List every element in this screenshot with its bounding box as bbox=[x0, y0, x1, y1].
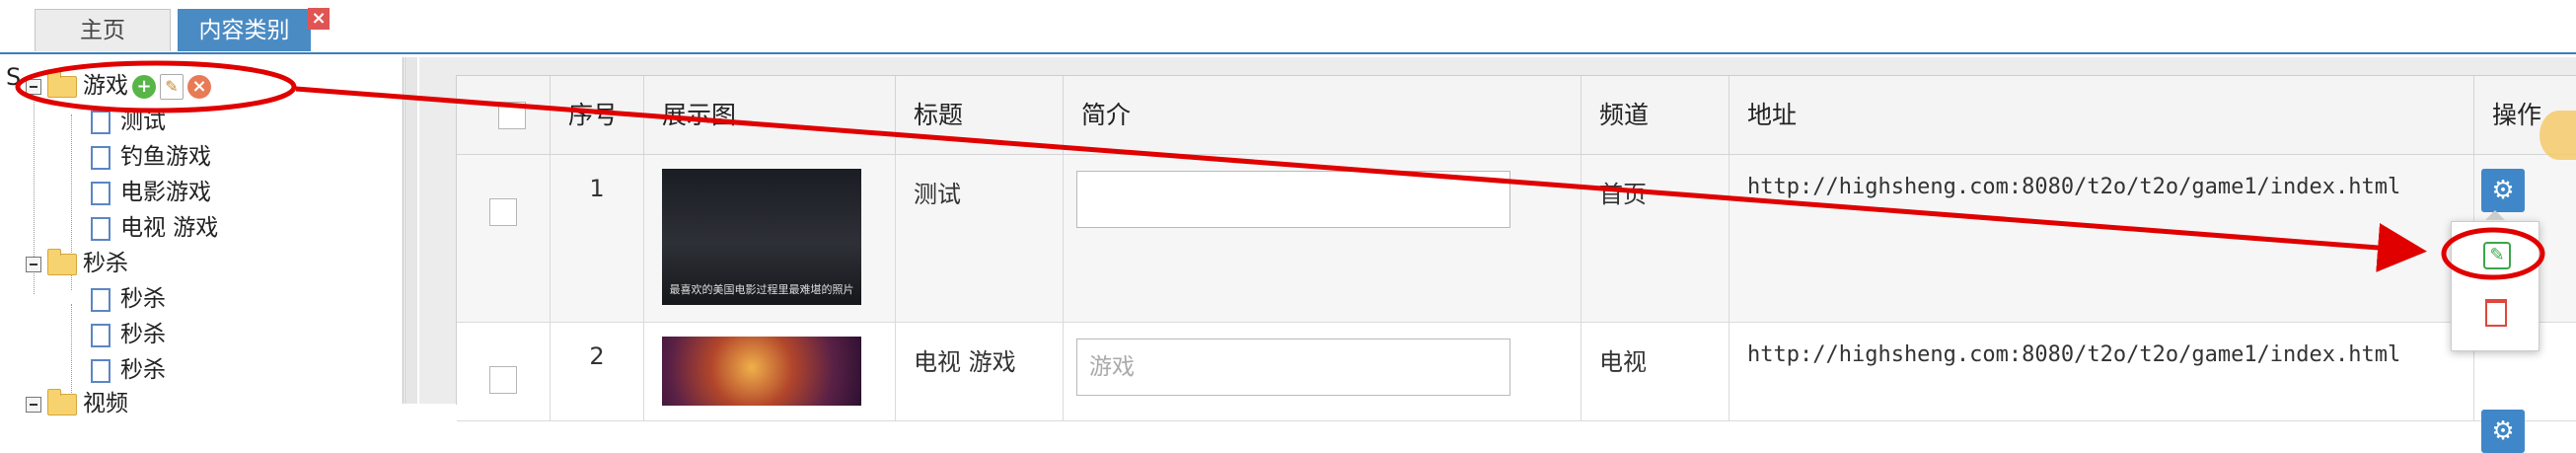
row-title: 测试 bbox=[896, 155, 1064, 323]
row-title: 电视 游戏 bbox=[896, 323, 1064, 421]
document-icon bbox=[91, 287, 110, 312]
tab-bar: 主页 内容类别 × bbox=[0, 0, 2576, 56]
document-icon bbox=[91, 145, 110, 170]
tree-node-flash-sale[interactable]: 秒杀 bbox=[26, 247, 128, 280]
thumbnail-image bbox=[662, 337, 861, 406]
row-checkbox-cell bbox=[457, 323, 551, 421]
row-checkbox[interactable] bbox=[489, 198, 517, 226]
folder-icon bbox=[47, 70, 77, 98]
tree-node-games[interactable]: 游戏 + ✎ × bbox=[26, 69, 211, 103]
tree-leaf-label[interactable]: 秒杀 bbox=[120, 286, 166, 312]
gear-icon[interactable]: ⚙ bbox=[2481, 169, 2525, 212]
delete-icon[interactable]: × bbox=[187, 74, 211, 99]
row-checkbox-cell bbox=[457, 155, 551, 323]
tree-scrollbar[interactable] bbox=[405, 57, 417, 404]
gear-icon[interactable]: ⚙ bbox=[2481, 410, 2525, 453]
header-address: 地址 bbox=[1730, 76, 2474, 155]
row-index: 1 bbox=[551, 155, 644, 323]
row-action-menu: ✎ bbox=[2451, 210, 2539, 351]
tree-node-video[interactable]: 视频 bbox=[26, 387, 128, 420]
tree-leaf[interactable]: 秒杀 bbox=[91, 282, 166, 316]
edit-icon[interactable]: ✎ bbox=[2483, 242, 2511, 269]
select-all-checkbox[interactable] bbox=[498, 102, 526, 129]
tab-close-icon[interactable]: × bbox=[308, 8, 330, 30]
tree-leaf[interactable]: 测试 bbox=[91, 105, 166, 138]
row-index: 2 bbox=[551, 323, 644, 421]
tab-content-category[interactable]: 内容类别 bbox=[178, 9, 311, 51]
intro-textarea[interactable] bbox=[1076, 171, 1510, 228]
tree-leaf-label[interactable]: 电影游戏 bbox=[120, 180, 211, 205]
header-title: 标题 bbox=[896, 76, 1064, 155]
tree-leaf-label[interactable]: 秒杀 bbox=[120, 357, 166, 383]
add-icon[interactable]: + bbox=[132, 74, 156, 99]
document-icon bbox=[91, 216, 110, 241]
header-channel: 频道 bbox=[1582, 76, 1730, 155]
collapse-toggle-icon[interactable] bbox=[26, 78, 41, 95]
tree-leaf-label[interactable]: 测试 bbox=[120, 109, 166, 134]
document-icon bbox=[91, 358, 110, 383]
trash-icon[interactable] bbox=[2485, 299, 2507, 327]
tree-leaf[interactable]: 电影游戏 bbox=[91, 176, 211, 209]
row-address[interactable]: http://highsheng.com:8080/t2o/t2o/game1/… bbox=[1730, 323, 2474, 421]
header-intro: 简介 bbox=[1064, 76, 1582, 155]
tree-root-letter: S bbox=[6, 63, 22, 91]
tab-underline bbox=[0, 52, 2576, 54]
tree-leaf-label[interactable]: 电视 游戏 bbox=[120, 215, 218, 241]
tree-leaf[interactable]: 秒杀 bbox=[91, 318, 166, 351]
tree-leaf[interactable]: 秒杀 bbox=[91, 353, 166, 387]
row-address[interactable]: http://highsheng.com:8080/t2o/t2o/game1/… bbox=[1730, 155, 2474, 323]
header-thumbnail: 展示图 bbox=[644, 76, 896, 155]
folder-icon bbox=[47, 388, 77, 415]
folder-icon bbox=[47, 248, 77, 275]
collapse-toggle-icon[interactable] bbox=[26, 256, 41, 272]
header-checkbox[interactable] bbox=[457, 76, 551, 155]
tree-leaf[interactable]: 电视 游戏 bbox=[91, 211, 218, 245]
header-index: 序号 bbox=[551, 76, 644, 155]
tree-node-label[interactable]: 游戏 bbox=[83, 73, 128, 99]
document-icon bbox=[91, 323, 110, 347]
tree-leaf[interactable]: 钓鱼游戏 bbox=[91, 140, 211, 174]
settings-gear-icon[interactable] bbox=[2539, 111, 2576, 160]
collapse-toggle-icon[interactable] bbox=[26, 396, 41, 413]
row-checkbox[interactable] bbox=[489, 366, 517, 394]
document-icon bbox=[91, 110, 110, 134]
tab-home[interactable]: 主页 bbox=[35, 9, 171, 51]
tree-leaf-label[interactable]: 钓鱼游戏 bbox=[120, 144, 211, 170]
edit-icon[interactable]: ✎ bbox=[160, 73, 184, 100]
thumbnail-image: 最喜欢的美国电影过程里最难堪的照片 bbox=[662, 169, 861, 305]
content-table: 序号 展示图 标题 简介 频道 地址 操作 1 最喜欢的美国电影过程里最难堪的照… bbox=[456, 75, 2576, 453]
tree-leaf-label[interactable]: 秒杀 bbox=[120, 322, 166, 347]
row-channel: 首页 bbox=[1582, 155, 1730, 323]
intro-textarea[interactable]: 游戏 bbox=[1076, 339, 1510, 396]
thumbnail-caption: 最喜欢的美国电影过程里最难堪的照片 bbox=[669, 283, 854, 296]
row-channel: 电视 bbox=[1582, 323, 1730, 421]
tree-node-label[interactable]: 秒杀 bbox=[83, 251, 128, 276]
document-icon bbox=[91, 181, 110, 205]
tree-node-label[interactable]: 视频 bbox=[83, 391, 128, 416]
